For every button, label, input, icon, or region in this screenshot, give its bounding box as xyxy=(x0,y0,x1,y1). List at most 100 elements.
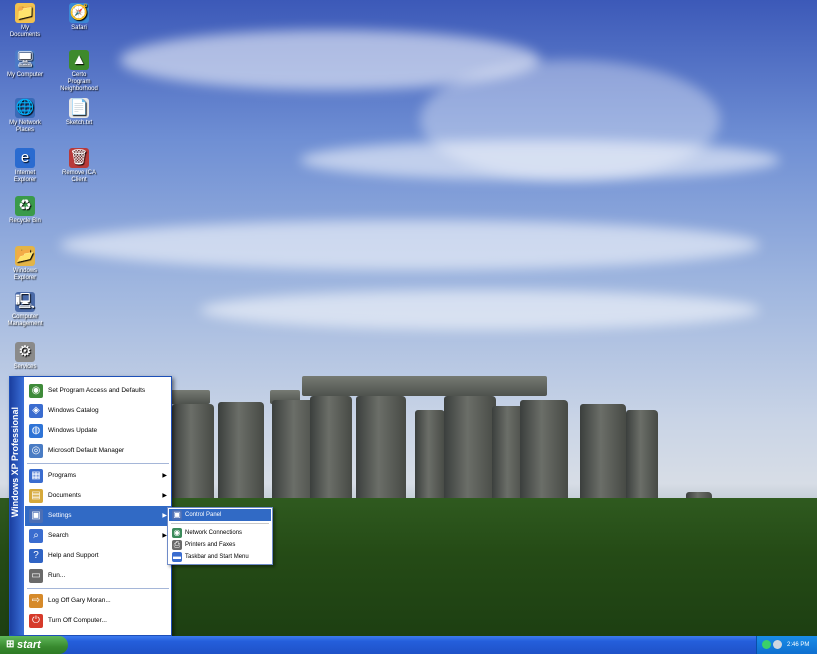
start-menu-item-microsoft-default-manager[interactable]: ◎ Microsoft Default Manager xyxy=(25,441,171,461)
brand-text: Windows XP Professional xyxy=(10,407,20,518)
submenu-item-label: Control Panel xyxy=(185,512,222,518)
menu-item-label: Windows Update xyxy=(48,427,98,434)
start-menu-item-help-and-support[interactable]: ? Help and Support xyxy=(25,546,171,566)
menu-item-icon: ▤ xyxy=(29,489,43,503)
menu-item-icon: ◎ xyxy=(29,444,43,458)
desktop-icon-label: My Network Places xyxy=(9,120,41,133)
taskbar: ⊞ start 2:46 PM xyxy=(0,636,817,654)
start-menu-item-search[interactable]: ⌕ Search ▶ xyxy=(25,526,171,546)
settings-submenu: ▣ Control Panel ◉ Network Connections ⎙ Print… xyxy=(167,507,273,565)
menu-item-icon: ◈ xyxy=(29,404,43,418)
desktop-icon-ie[interactable]: e Internet Explorer xyxy=(6,148,44,184)
menu-item-label: Programs xyxy=(48,472,77,479)
start-label: start xyxy=(17,639,41,651)
desktop-icon-mydocs[interactable]: 📁 My Documents xyxy=(6,3,44,39)
start-button[interactable]: ⊞ start xyxy=(0,636,68,654)
menu-item-icon: ? xyxy=(29,549,43,563)
explorer-icon: 📂 xyxy=(15,246,35,266)
menu-item-label: Log Off Gary Moran... xyxy=(48,597,111,604)
submenu-item-label: Network Connections xyxy=(185,530,243,536)
notepad-icon: 📄 xyxy=(69,98,89,118)
start-menu-item-run[interactable]: ▭ Run... xyxy=(25,566,171,586)
menu-item-label: Help and Support xyxy=(48,552,99,559)
menu-item-label: Microsoft Default Manager xyxy=(48,447,125,454)
start-menu-brand-band: Windows XP Professional xyxy=(10,377,24,635)
clock[interactable]: 2:46 PM xyxy=(787,636,809,654)
submenu-item-label: Taskbar and Start Menu xyxy=(185,554,249,560)
submenu-item-control-panel[interactable]: ▣ Control Panel xyxy=(169,509,271,521)
desktop-icon-label: My Computer xyxy=(6,72,43,78)
desktop-icon-label: Windows Explorer xyxy=(12,268,38,281)
security-tray-icon[interactable] xyxy=(773,640,782,649)
desktop-icon-label: Services xyxy=(13,364,37,370)
desktop-icon-remove[interactable]: 🗑 Remove ICA Client xyxy=(60,148,98,184)
start-menu-item-log-off-gary-moran[interactable]: ⇨ Log Off Gary Moran... xyxy=(25,591,171,611)
menu-item-icon: ▭ xyxy=(29,569,43,583)
desktop-icon-label: My Documents xyxy=(9,25,41,38)
menu-item-label: Documents xyxy=(48,492,81,499)
menu-separator xyxy=(27,463,169,464)
menu-item-label: Settings xyxy=(48,512,72,519)
desktop-icon-label: Safari xyxy=(71,25,87,31)
start-menu-item-windows-update[interactable]: ◍ Windows Update xyxy=(25,421,171,441)
compmgmt-icon: 🖳 xyxy=(15,292,36,312)
desktop-icon-network[interactable]: 🌐 My Network Places xyxy=(6,98,44,134)
system-tray: 2:46 PM xyxy=(756,636,817,654)
desktop-icon-mycomputer[interactable]: 🖥 My Computer xyxy=(6,50,44,79)
desktop-icon-notepad[interactable]: 📄 Sketch.txt xyxy=(60,98,98,127)
start-menu-item-turn-off-computer[interactable]: ⏻ Turn Off Computer... xyxy=(25,611,171,631)
desktop-icon-services[interactable]: ⚙ Services xyxy=(6,342,44,371)
submenu-item-taskbar-and-start-menu[interactable]: ▬ Taskbar and Start Menu xyxy=(169,551,271,563)
submenu-arrow-icon: ▶ xyxy=(162,493,167,499)
menu-item-label: Search xyxy=(48,532,69,539)
network-icon: 🌐 xyxy=(15,98,35,118)
desktop-icon-label: Certo Program Neighborhood xyxy=(60,72,98,92)
menu-item-icon: ▦ xyxy=(29,469,43,483)
gettingstarted-icon: ▲ xyxy=(69,50,89,70)
start-menu-item-windows-catalog[interactable]: ◈ Windows Catalog xyxy=(25,401,171,421)
start-menu-item-programs[interactable]: ▦ Programs ▶ xyxy=(25,466,171,486)
desktop-icon-label: Recycle Bin xyxy=(9,218,41,224)
services-icon: ⚙ xyxy=(15,342,35,362)
desktop-icon-label: Remove ICA Client xyxy=(61,170,96,183)
submenu-item-icon: ⎙ xyxy=(172,540,182,550)
desktop-icon-explorer[interactable]: 📂 Windows Explorer xyxy=(6,246,44,282)
desktop-icon-compmgmt[interactable]: 🖳 Computer Management xyxy=(6,292,44,328)
submenu-item-label: Printers and Faxes xyxy=(185,542,236,548)
ie-icon: e xyxy=(15,148,35,168)
desktop-icon-label: Sketch.txt xyxy=(65,120,93,126)
desktop-icon-safari[interactable]: 🧭 Safari xyxy=(60,3,98,32)
menu-item-icon: ⏻ xyxy=(29,614,43,628)
menu-item-label: Windows Catalog xyxy=(48,407,99,414)
desktop-icon-recycle[interactable]: ♻ Recycle Bin xyxy=(6,196,44,225)
submenu-item-icon: ◉ xyxy=(172,528,182,538)
submenu-arrow-icon: ▶ xyxy=(162,473,167,479)
submenu-item-network-connections[interactable]: ◉ Network Connections xyxy=(169,527,271,539)
menu-item-icon: ⇨ xyxy=(29,594,43,608)
menu-separator xyxy=(171,523,269,524)
start-menu: Windows XP Professional ◉ Set Program Acc… xyxy=(9,376,172,636)
submenu-item-printers-and-faxes[interactable]: ⎙ Printers and Faxes xyxy=(169,539,271,551)
menu-item-icon: ⌕ xyxy=(29,529,43,543)
start-menu-item-settings[interactable]: ▣ Settings ▶ xyxy=(25,506,171,526)
start-menu-item-documents[interactable]: ▤ Documents ▶ xyxy=(25,486,171,506)
menu-item-label: Set Program Access and Defaults xyxy=(48,387,146,394)
desktop-icon-gettingstarted[interactable]: ▲ Certo Program Neighborhood xyxy=(60,50,98,93)
windows-flag-icon: ⊞ xyxy=(6,639,15,650)
menu-item-icon: ▣ xyxy=(29,509,43,523)
menu-separator xyxy=(27,588,169,589)
submenu-item-icon: ▬ xyxy=(172,552,182,562)
menu-item-icon: ◍ xyxy=(29,424,43,438)
network-tray-icon[interactable] xyxy=(762,640,771,649)
menu-item-label: Run... xyxy=(48,572,66,579)
start-menu-item-set-program-access-and-defaults[interactable]: ◉ Set Program Access and Defaults xyxy=(25,381,171,401)
mydocs-icon: 📁 xyxy=(15,3,35,23)
desktop-icon-label: Internet Explorer xyxy=(13,170,37,183)
menu-item-label: Turn Off Computer... xyxy=(48,617,107,624)
mycomputer-icon: 🖥 xyxy=(15,50,35,70)
submenu-item-icon: ▣ xyxy=(172,510,182,520)
remove-icon: 🗑 xyxy=(69,148,89,168)
safari-icon: 🧭 xyxy=(69,3,89,23)
recycle-icon: ♻ xyxy=(15,196,35,216)
menu-item-icon: ◉ xyxy=(29,384,43,398)
